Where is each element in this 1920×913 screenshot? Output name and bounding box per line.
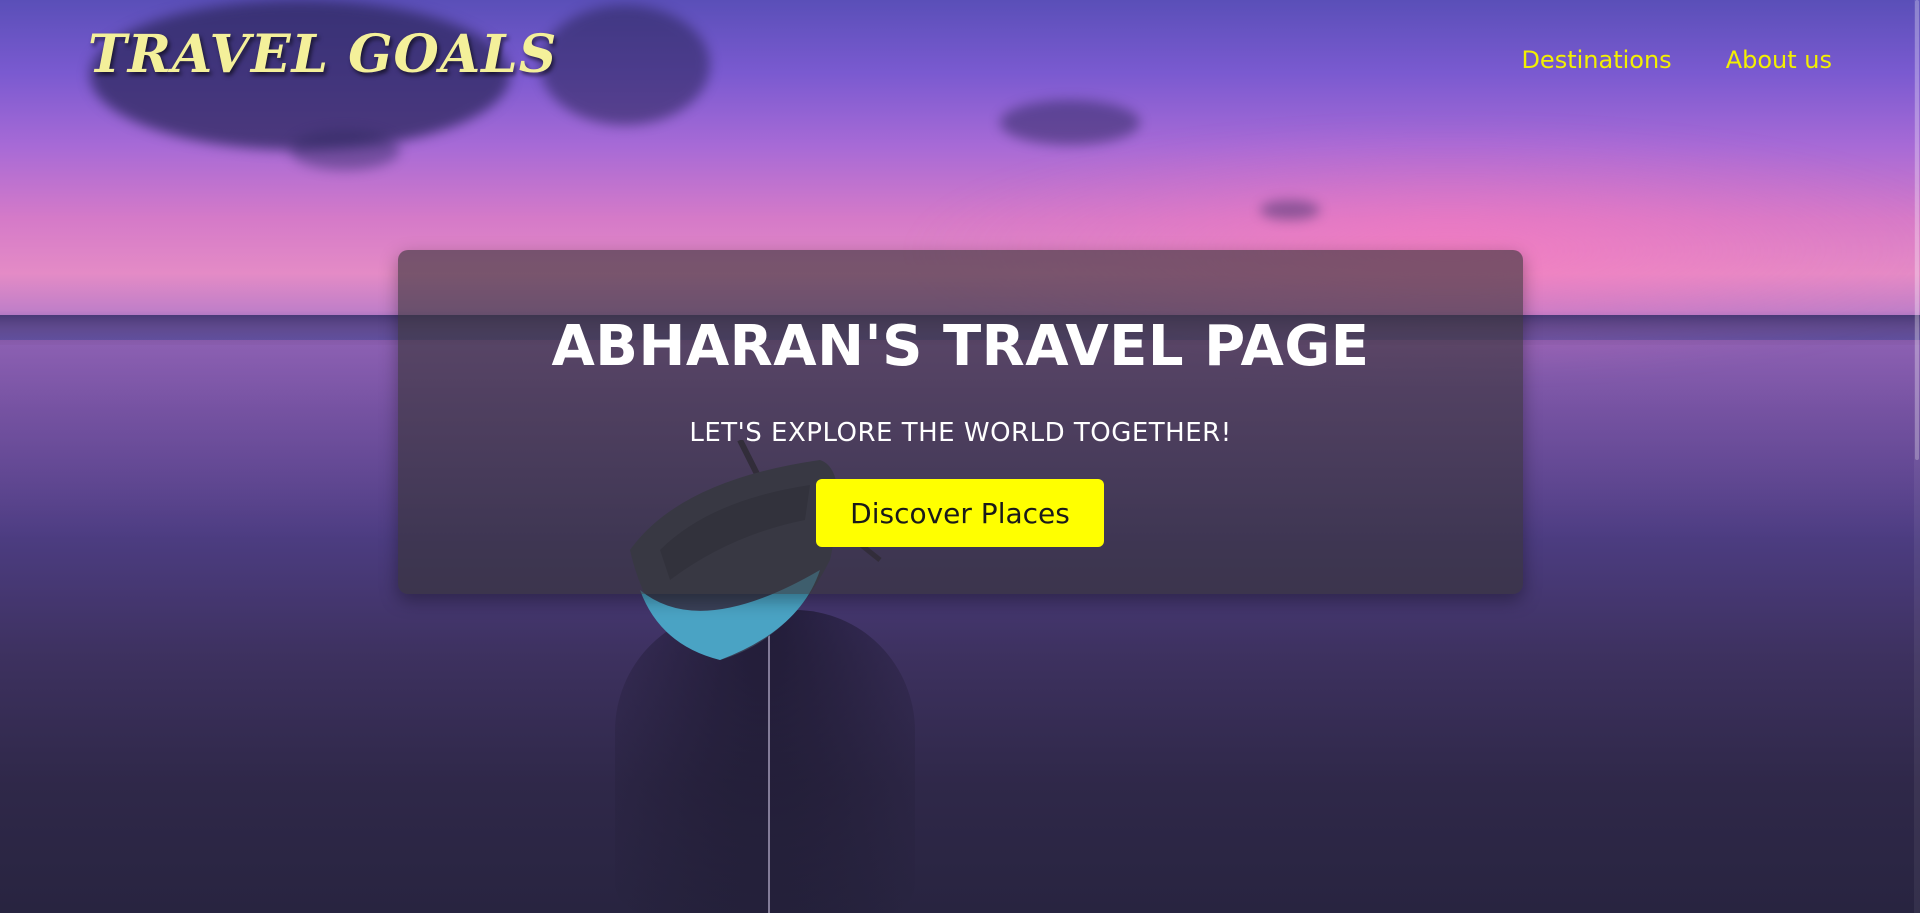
background-cloud — [540, 5, 710, 125]
discover-places-button[interactable]: Discover Places — [816, 479, 1104, 547]
page-subtitle: LET'S EXPLORE THE WORLD TOGETHER! — [689, 418, 1232, 448]
scrollbar-thumb[interactable] — [1915, 0, 1919, 460]
hero-section: TRAVEL GOALS Destinations About us ABHAR… — [0, 0, 1920, 913]
main-nav: Destinations About us — [1521, 46, 1832, 74]
hero-card: ABHARAN'S TRAVEL PAGE LET'S EXPLORE THE … — [398, 250, 1523, 594]
page-scrollbar[interactable] — [1914, 0, 1920, 913]
nav-link-about-us[interactable]: About us — [1726, 46, 1832, 74]
site-logo[interactable]: TRAVEL GOALS — [88, 24, 557, 85]
background-cloud — [1260, 200, 1320, 220]
page-title: ABHARAN'S TRAVEL PAGE — [551, 314, 1370, 379]
nav-link-destinations[interactable]: Destinations — [1521, 46, 1671, 74]
background-cloud — [290, 130, 400, 170]
background-cloud — [1000, 100, 1140, 145]
